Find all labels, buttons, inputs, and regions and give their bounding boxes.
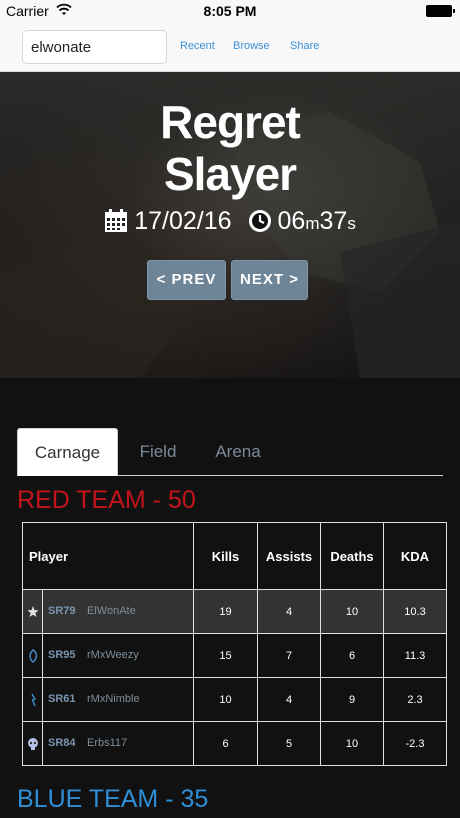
nav-bar: Recent Browse Share — [0, 22, 460, 72]
header-kda: KDA — [383, 522, 447, 590]
nav-browse-link[interactable]: Browse — [233, 40, 270, 52]
duration-seconds-unit: s — [347, 213, 356, 233]
blue-team-heading: BLUE TEAM - 35 — [17, 785, 209, 813]
player-emblem — [23, 634, 43, 678]
player-gamertag[interactable]: ElWonAte — [87, 605, 136, 617]
deaths-cell: 10 — [320, 721, 384, 766]
game-meta: 17/02/16 06m37s — [0, 206, 460, 236]
player-cell[interactable]: SR95 rMxWeezy — [22, 633, 194, 678]
kda-cell: 11.3 — [383, 633, 447, 678]
star-emblem-icon — [27, 606, 39, 617]
bolt-emblem-icon — [31, 693, 36, 707]
kda-cell: -2.3 — [383, 721, 447, 766]
game-duration: 06m37s — [278, 207, 356, 235]
player-rank: SR79 — [48, 605, 76, 617]
kills-cell: 10 — [193, 677, 258, 722]
header-kills: Kills — [193, 522, 258, 590]
header-assists: Assists — [257, 522, 321, 590]
kda-cell: 2.3 — [383, 677, 447, 722]
calendar-icon — [105, 209, 128, 233]
kills-cell: 6 — [193, 721, 258, 766]
battery-icon — [426, 5, 455, 17]
deaths-cell: 6 — [320, 633, 384, 678]
table-header-row: Player Kills Assists Deaths KDA — [22, 522, 447, 590]
player-rank: SR61 — [48, 693, 76, 705]
status-time: 8:05 PM — [203, 3, 257, 19]
swirl-emblem-icon — [29, 649, 38, 663]
deaths-cell: 10 — [320, 589, 384, 634]
kills-cell: 19 — [193, 589, 258, 634]
tab-field[interactable]: Field — [127, 428, 189, 476]
assists-cell: 7 — [257, 633, 321, 678]
table-row[interactable]: SR79 ElWonAte 19 4 10 10.3 — [22, 589, 447, 634]
kills-cell: 15 — [193, 633, 258, 678]
status-bar: Carrier 8:05 PM — [0, 0, 460, 22]
tab-carnage[interactable]: Carnage — [17, 428, 118, 476]
player-emblem — [23, 590, 43, 634]
player-rank: SR95 — [48, 649, 76, 661]
next-button[interactable]: NEXT > — [231, 260, 308, 300]
game-title-line2: Slayer — [163, 148, 297, 200]
table-row[interactable]: SR84 Erbs117 6 5 10 -2.3 — [22, 721, 447, 766]
duration-seconds: 37 — [319, 206, 348, 235]
stats-tabs: Carnage Field Arena — [17, 428, 443, 476]
red-team-heading: RED TEAM - 50 — [17, 486, 196, 514]
clock-icon — [248, 210, 271, 233]
nav-share-link[interactable]: Share — [290, 40, 319, 52]
red-team-table: Player Kills Assists Deaths KDA SR79 ElW… — [22, 522, 447, 766]
player-emblem — [23, 722, 43, 766]
header-deaths: Deaths — [320, 522, 384, 590]
player-gamertag[interactable]: Erbs117 — [87, 737, 127, 749]
player-cell[interactable]: SR79 ElWonAte — [22, 589, 194, 634]
player-rank: SR84 — [48, 737, 76, 749]
nav-recent-link[interactable]: Recent — [180, 40, 215, 52]
player-cell[interactable]: SR84 Erbs117 — [22, 721, 194, 766]
header-player: Player — [22, 522, 194, 590]
game-date: 17/02/16 — [134, 206, 232, 235]
tab-arena[interactable]: Arena — [207, 428, 269, 476]
assists-cell: 4 — [257, 589, 321, 634]
skull-emblem-icon — [28, 738, 38, 750]
player-gamertag[interactable]: rMxNimble — [87, 693, 140, 705]
duration-minutes-unit: m — [305, 213, 320, 233]
assists-cell: 4 — [257, 677, 321, 722]
assists-cell: 5 — [257, 721, 321, 766]
table-row[interactable]: SR95 rMxWeezy 15 7 6 11.3 — [22, 633, 447, 678]
player-cell[interactable]: SR61 rMxNimble — [22, 677, 194, 722]
deaths-cell: 9 — [320, 677, 384, 722]
table-row[interactable]: SR61 rMxNimble 10 4 9 2.3 — [22, 677, 447, 722]
game-title: Regret Slayer — [0, 96, 460, 200]
kda-cell: 10.3 — [383, 589, 447, 634]
game-hero: Regret Slayer 17/02/16 06m37s < PREV NEX… — [0, 72, 460, 378]
game-title-line1: Regret — [160, 96, 301, 148]
prev-button[interactable]: < PREV — [147, 260, 226, 300]
duration-minutes: 06 — [277, 206, 306, 235]
search-input[interactable] — [22, 30, 167, 64]
player-gamertag[interactable]: rMxWeezy — [87, 649, 139, 661]
player-emblem — [23, 678, 43, 722]
